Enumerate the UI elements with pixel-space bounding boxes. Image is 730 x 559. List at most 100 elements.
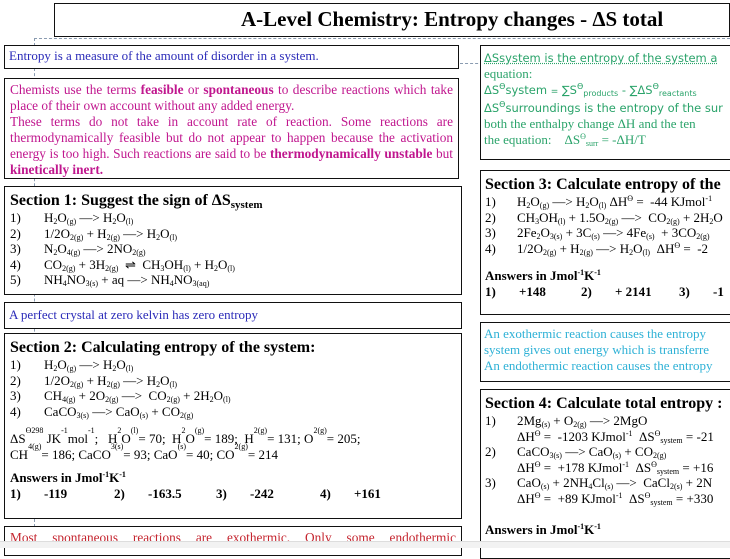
answer-value: + 2141 xyxy=(615,284,652,299)
answer-value: -1 xyxy=(713,284,724,299)
feasible-text-part: Chemists use the terms xyxy=(10,82,141,97)
section3-box: Section 3: Calculate entropy of the 1) H2… xyxy=(480,170,730,315)
section2-item: 4) CaCO3(s) —> CaO(s) + CO2(g) xyxy=(10,404,456,420)
feasible-text: Chemists use the terms feasible or spont… xyxy=(5,79,458,178)
item-number: 2) xyxy=(485,444,496,459)
enthalpy-entropy-values: ΔHϴ = -1203 KJmol-1 ΔSϴsystem = -21 xyxy=(517,428,714,445)
answer-value: -163.5 xyxy=(148,486,182,501)
section1-heading-text: Section 1: Suggest the sign of ΔS xyxy=(10,192,231,209)
section3-item: 3) 2Fe2O3(s) + 3C(s) —> 4Fe(s) + 3CO2(g) xyxy=(485,225,730,241)
feasible-text-part: or xyxy=(183,82,204,97)
equation: CH4(g) + 2O2(g) —> CO2(g) + 2H2O(l) xyxy=(44,388,231,404)
enthalpy-entropy-values: ΔHϴ = +178 KJmol-1 ΔSϴsystem = +16 xyxy=(517,459,714,476)
standard-entropy-data: ΔS ϴ 298 JK -1 mol -1; H 2 O (l) = 70; H 2 O (g) = … xyxy=(10,426,361,446)
section4-item-detail: ΔHϴ = +178 KJmol-1 ΔSϴsystem = +16 xyxy=(485,460,730,476)
answer-number: 1) xyxy=(10,486,21,501)
equation: 1/2O2(g) + H2(g) —> H2O(l) xyxy=(44,225,178,242)
section3-item: 2) CH3OH(l) + 1.5O2(g) —> CO2(g) + 2H2O xyxy=(485,210,730,226)
section4-item: 1) 2Mg(s) + O2(g) —> 2MgO xyxy=(485,413,730,429)
section3-answers-heading: Answers in Jmol-1K-1 xyxy=(485,268,601,283)
section1-item: 5) NH4NO3(s) + aq —> NH4NO3(aq) xyxy=(10,272,456,288)
item-number: 2) xyxy=(10,372,21,388)
perfect-crystal-text: A perfect crystal at zero kelvin has zer… xyxy=(9,307,259,322)
equation: 1/2O2(g) + H2(g) —> H2O(l) xyxy=(44,372,178,389)
term-thermodynamically-unstable: thermodynamically unstable xyxy=(269,146,433,161)
section2-box: Section 2: Calculating entropy of the sy… xyxy=(4,333,462,519)
item-number: 2) xyxy=(485,209,496,225)
system-definition-box: ΔSsystem is the entropy of the system a … xyxy=(480,45,730,160)
answer-number: 2) xyxy=(114,486,125,501)
term-spontaneous: spontaneous xyxy=(203,82,274,97)
section4-answers-heading: Answers in Jmol-1K-1 xyxy=(485,522,601,537)
section1-item: 2) 1/2O2(g) + H2(g) —> H2O(l) xyxy=(10,226,456,242)
system-entropy-equation: ΔSϴsystem = ∑Sϴproducts - ∑ΔSϴreactants xyxy=(484,82,697,98)
item-number: 5) xyxy=(10,272,21,287)
section3-item: 4) 1/2O2(g) + H2(g) —> H2O(l) ΔHϴ = -2 xyxy=(485,241,730,257)
exo-endo-text: An exothermic reaction causes the entrop… xyxy=(481,323,730,377)
item-number: 1) xyxy=(485,194,496,209)
answer-value: +148 xyxy=(519,284,546,299)
system-definition-line: ΔSsystem is the entropy of the system a xyxy=(484,51,718,65)
term-feasible: feasible xyxy=(140,82,184,97)
section2-answers-heading: Answers in Jmol-1K-1 xyxy=(10,470,126,485)
equation: H2O(g) —> H2O(l) xyxy=(44,210,134,226)
equation: CaO(s) + 2NH4Cl(s) —> CaCl2(s) + 2N xyxy=(517,475,713,491)
section2-item: 2) 1/2O2(g) + H2(g) —> H2O(l) xyxy=(10,373,456,389)
item-number: 1) xyxy=(10,210,21,225)
equation: CH3OH(l) + 1.5O2(g) —> CO2(g) + 2H2O xyxy=(517,209,723,226)
section2-heading: Section 2: Calculating entropy of the sy… xyxy=(10,339,316,356)
section4-box: Section 4: Calculate total entropy : 1) 2… xyxy=(480,389,730,559)
perfect-crystal-box: A perfect crystal at zero kelvin has zer… xyxy=(4,302,462,329)
item-number: 3) xyxy=(485,475,496,490)
answer-number: 2) xyxy=(581,284,592,299)
section2-item: 3) CH4(g) + 2O2(g) —> CO2(g) + 2H2O(l) xyxy=(10,388,456,404)
item-number: 2) xyxy=(10,225,21,241)
equation: CO2(g) + 3H2(g) ⇌ CH3OH(l) + H2O(l) xyxy=(44,256,235,273)
entropy-definition-box: Entropy is a measure of the amount of di… xyxy=(4,45,459,69)
section3-item: 1) H2O(g) —> H2O(l) ΔHϴ = -44 KJmol-1 xyxy=(485,194,730,210)
equation: 2Fe2O3(s) + 3C(s) —> 4Fe(s) + 3CO2(g) xyxy=(517,225,710,241)
exo-endo-line: An endothermic reaction causes the entro… xyxy=(484,358,713,373)
section4-item-detail: ΔHϴ = -1203 KJmol-1 ΔSϴsystem = -21 xyxy=(485,429,730,445)
section1-item: 3) N2O4(g) —> 2NO2(g) xyxy=(10,241,456,257)
equation: H2O(g) —> H2O(l) ΔHϴ = -44 KJmol-1 xyxy=(517,194,713,210)
feasible-box: Chemists use the terms feasible or spont… xyxy=(4,78,459,179)
surroundings-entropy-equation: the equation: ΔSϴsurr = -ΔH/T xyxy=(484,132,646,148)
section4-heading: Section 4: Calculate total entropy : xyxy=(485,395,723,412)
equation: N2O4(g) —> 2NO2(g) xyxy=(44,241,146,257)
exo-endo-line: An exothermic reaction causes the entrop… xyxy=(484,326,706,341)
section1-box: Section 1: Suggest the sign of ΔSsystem … xyxy=(4,186,462,295)
section3-answers: 1) +148 2) + 2141 3) -1 xyxy=(485,284,730,300)
item-number: 3) xyxy=(10,241,21,256)
item-number: 1) xyxy=(485,413,496,428)
system-definition-text: ΔSsystem is the entropy of the system a … xyxy=(481,46,730,148)
enthalpy-entropy-values: ΔHϴ = +89 KJmol-1 ΔSϴsystem = +330 xyxy=(517,490,714,507)
item-number: 1) xyxy=(10,357,21,372)
equation: 1/2O2(g) + H2(g) —> H2O(l) ΔHϴ = -2 xyxy=(517,240,709,257)
section2-answers: 1) -119 2) -163.5 3) -242 4) +161 xyxy=(10,486,456,502)
feasible-text-part: but xyxy=(432,146,453,161)
answer-value: +161 xyxy=(354,486,381,501)
standard-entropy-data: CH 4(g) = 186; CaCO 3(s) = 93; CaO (s) = 40… xyxy=(10,441,278,462)
section1-item: 1) H2O(g) —> H2O(l) xyxy=(10,210,456,226)
equation: CaCO3(s) —> CaO(s) + CO2(g) xyxy=(44,403,194,420)
item-number: 3) xyxy=(485,225,496,240)
item-number: 4) xyxy=(10,256,21,272)
section1-heading: Section 1: Suggest the sign of ΔSsystem xyxy=(10,191,456,211)
equation: 2Mg(s) + O2(g) —> 2MgO xyxy=(517,413,648,429)
term-kinetically-inert: kinetically inert. xyxy=(10,162,104,177)
entropy-definition: Entropy is a measure of the amount of di… xyxy=(9,48,319,63)
section3-heading: Section 3: Calculate entropy of the xyxy=(485,176,721,193)
section4-item-detail: ΔHϴ = +89 KJmol-1 ΔSϴsystem = +330 xyxy=(485,491,730,507)
page-title: A-Level Chemistry: Entropy changes - ΔS … xyxy=(241,7,664,31)
answer-number: 3) xyxy=(679,284,690,299)
section4-item: 2) CaCO3(s) —> CaO(s) + CO2(g) xyxy=(485,444,730,460)
item-number: 3) xyxy=(10,388,21,403)
answer-number: 3) xyxy=(216,486,227,501)
answer-number: 1) xyxy=(485,284,496,299)
system-definition-line: both the enthalpy change ΔH and the ten xyxy=(484,116,696,131)
system-definition-line: equation: xyxy=(484,66,533,81)
item-number: 4) xyxy=(10,403,21,419)
item-number: 4) xyxy=(485,240,496,256)
exo-endo-box: An exothermic reaction causes the entrop… xyxy=(480,322,730,382)
